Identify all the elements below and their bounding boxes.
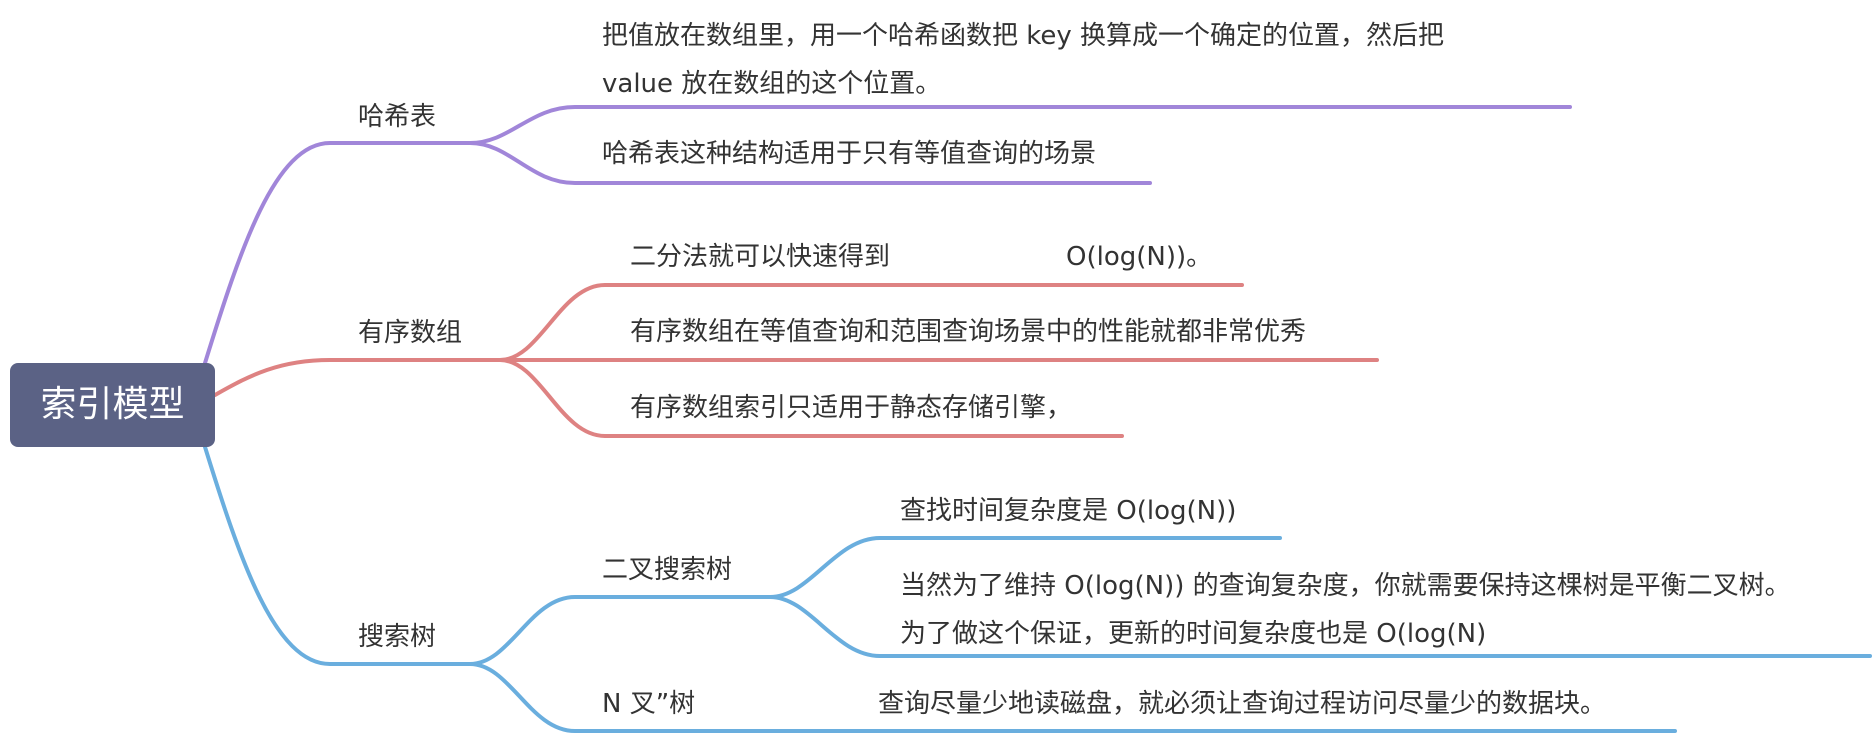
binary-item-1: 查找时间复杂度是 O(log(N)) xyxy=(900,496,1237,526)
hash-item-2: 哈希表这种结构适用于只有等值查询的场景 xyxy=(602,139,1097,169)
array-item-2: 有序数组在等值查询和范围查询场景中的性能就都非常优秀 xyxy=(630,317,1307,347)
branch-hash-label[interactable]: 哈希表 xyxy=(358,100,436,134)
array-item-3: 有序数组索引只适用于静态存储引擎， xyxy=(630,393,1073,423)
array-item-1-text: 二分法就可以快速得到 xyxy=(630,242,891,272)
branch-search-tree-label[interactable]: 搜索树 xyxy=(358,620,436,654)
binary-search-tree-label[interactable]: 二叉搜索树 xyxy=(602,553,732,587)
hash-item-1: 把值放在数组里，用一个哈希函数把 key 换算成一个确定的位置，然后把 valu… xyxy=(602,21,1445,99)
nary-item-1: 查询尽量少地读磁盘，就必须让查询过程访问尽量少的数据块。 xyxy=(878,689,1607,719)
edge-root-array xyxy=(213,358,502,397)
root-label: 索引模型 xyxy=(40,384,185,425)
binary-item-2: 当然为了维持 O(log(N)) 的查询复杂度，你就需要保持这棵树是平衡二叉树。… xyxy=(900,571,1791,649)
array-item-1-value: O(log(N))。 xyxy=(1066,242,1213,272)
branch-sorted-array-label[interactable]: 有序数组 xyxy=(358,316,462,350)
root-node[interactable]: 索引模型 xyxy=(10,363,215,447)
nary-tree-label[interactable]: N 叉”树 xyxy=(602,687,695,721)
edge-tree-binary xyxy=(468,595,772,666)
